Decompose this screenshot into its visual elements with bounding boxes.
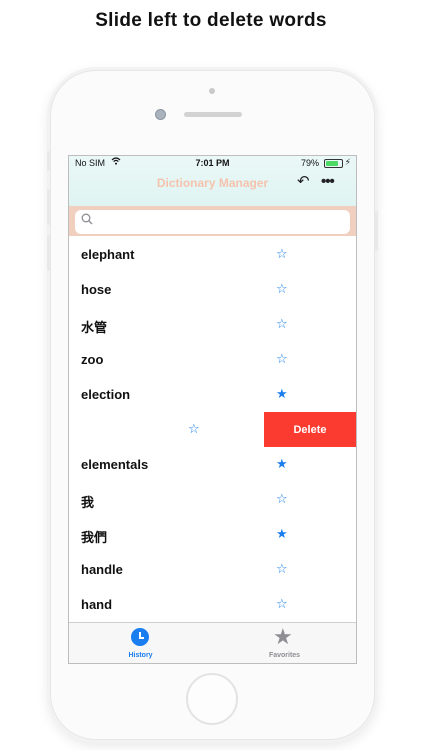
word-label: elephant	[81, 247, 135, 262]
tab-bar: History ★ Favorites	[69, 622, 356, 663]
home-button[interactable]	[186, 673, 238, 725]
star-outline-icon[interactable]: ☆	[276, 351, 288, 367]
phone-frame: No SIM 7:01 PM 79% ⚡ Dictionary Manager …	[47, 70, 378, 740]
more-icon[interactable]: •••	[321, 173, 335, 190]
word-label: handle	[81, 562, 123, 577]
star-outline-icon[interactable]: ☆	[188, 421, 200, 437]
power-button	[375, 211, 378, 251]
page-title: Dictionary Manager	[156, 176, 269, 190]
list-item[interactable]: zoo ☆	[69, 342, 356, 378]
star-outline-icon[interactable]: ☆	[276, 316, 288, 332]
tab-favorites-label: Favorites	[268, 652, 301, 659]
tab-history-label: History	[128, 652, 153, 659]
star-outline-icon[interactable]: ☆	[276, 596, 288, 612]
star-outline-icon[interactable]: ☆	[276, 561, 288, 577]
delete-button[interactable]: Delete	[264, 412, 356, 447]
word-label: hand	[81, 597, 113, 612]
word-label: 水管	[81, 320, 108, 335]
camera-icon	[155, 109, 166, 120]
charging-icon: ⚡	[344, 157, 351, 167]
star-outline-icon[interactable]: ☆	[276, 281, 288, 297]
word-label: 我	[81, 495, 95, 510]
word-label: zoo	[81, 352, 104, 367]
star-icon: ★	[273, 624, 293, 649]
star-filled-icon[interactable]: ★	[276, 456, 288, 472]
tab-history[interactable]: History	[69, 626, 212, 662]
star-filled-icon[interactable]: ★	[276, 526, 288, 542]
list-item[interactable]: hand ☆	[69, 587, 356, 623]
screen: No SIM 7:01 PM 79% ⚡ Dictionary Manager …	[68, 155, 357, 664]
list-item[interactable]: hose ☆	[69, 272, 356, 308]
battery-fill	[326, 161, 338, 166]
word-label: elementals	[81, 457, 149, 472]
search-input[interactable]	[75, 210, 350, 234]
word-label: 我們	[81, 530, 108, 545]
list-item[interactable]: elephant ☆	[69, 237, 356, 273]
tab-favorites[interactable]: ★ Favorites	[213, 624, 356, 662]
search-bar	[69, 206, 356, 236]
undo-icon[interactable]: ↶	[297, 172, 310, 190]
volume-down-button	[47, 235, 50, 271]
list-item[interactable]: 我 ☆	[69, 482, 356, 518]
list-item[interactable]: 水管 ☆	[69, 307, 356, 343]
word-label: hose	[81, 282, 112, 297]
battery-percent: 79%	[300, 158, 319, 168]
star-filled-icon[interactable]: ★	[276, 386, 288, 402]
search-icon	[81, 213, 93, 225]
volume-up-button	[47, 189, 50, 225]
status-bar: No SIM 7:01 PM 79% ⚡	[69, 156, 356, 170]
star-outline-icon[interactable]: ☆	[276, 246, 288, 262]
side-button	[47, 151, 50, 171]
sensor-dot	[209, 88, 215, 94]
clock-icon	[131, 628, 149, 646]
speaker-grille	[184, 112, 242, 117]
battery-icon	[324, 159, 343, 168]
list-item[interactable]: 我們 ★	[69, 517, 356, 553]
list-item[interactable]: election ★	[69, 377, 356, 413]
navigation-header: No SIM 7:01 PM 79% ⚡ Dictionary Manager …	[69, 156, 356, 206]
list-item[interactable]: handle ☆	[69, 552, 356, 588]
list-item[interactable]: ☆ Delete	[69, 412, 356, 448]
list-item[interactable]: elementals ★	[69, 447, 356, 483]
word-label: election	[81, 387, 131, 402]
caption: Slide left to delete words	[95, 10, 327, 31]
star-outline-icon[interactable]: ☆	[276, 491, 288, 507]
